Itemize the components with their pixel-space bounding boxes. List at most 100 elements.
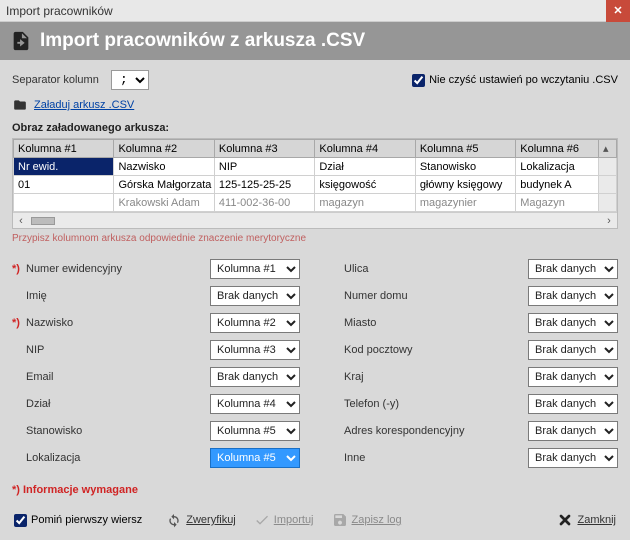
table-cell: Lokalizacja [516,158,599,176]
close-label: Zamknij [577,514,616,526]
table-cell: 01 [14,176,114,194]
skip-first-label: Pomiń pierwszy wiersz [31,514,142,526]
mapping-row: Numer domuBrak danych [330,285,618,307]
table-cell: Magazyn [516,194,599,212]
table-cell: NIP [214,158,314,176]
required-mark: *) [12,263,26,275]
mapping-select[interactable]: Brak danych [528,421,618,441]
import-file-icon [10,30,32,52]
mapping-select[interactable]: Kolumna #3 [210,340,300,360]
header-title: Import pracowników z arkusza .CSV [40,30,365,52]
table-cell: magazyn [315,194,415,212]
column-header[interactable]: Kolumna #6 [516,140,599,158]
close-icon: ✕ [613,4,622,17]
close-button[interactable]: ✕ [606,0,630,22]
mapping-select[interactable]: Brak danych [528,259,618,279]
table-cell: 411-002-36-00 [214,194,314,212]
mapping-label: Miasto [344,317,528,329]
scroll-up-icon[interactable]: ▴ [603,143,609,155]
column-header[interactable]: Kolumna #2 [114,140,214,158]
scroll-track[interactable] [29,216,601,226]
table-row[interactable]: Krakowski Adam411-002-36-00magazynmagazy… [14,194,617,212]
column-header[interactable]: Kolumna #1 [14,140,114,158]
window-title: Import pracowników [6,4,113,18]
mapping-label: Dział [26,398,210,410]
mapping-select[interactable]: Brak danych [528,394,618,414]
mapping-label: Telefon (-y) [344,398,528,410]
table-cell: Stanowisko [415,158,515,176]
left-mapping-column: *)Numer ewidencyjnyKolumna #1ImięBrak da… [12,258,300,474]
mapping-row: KrajBrak danych [330,366,618,388]
title-bar: Import pracowników ✕ [0,0,630,22]
no-clear-checkbox[interactable] [412,74,425,87]
table-cell: magazynier [415,194,515,212]
skip-first-row[interactable]: Pomiń pierwszy wiersz [14,514,142,527]
mapping-select[interactable]: Brak danych [528,340,618,360]
footer-bar: Pomiń pierwszy wiersz Zweryfikuj Importu… [0,502,630,540]
import-label: Importuj [274,514,314,526]
scroll-thumb[interactable] [31,217,55,225]
separator-select[interactable]: ; [111,70,149,90]
mapping-select[interactable]: Kolumna #5 [210,448,300,468]
mapping-row: Telefon (-y)Brak danych [330,393,618,415]
mapping-label: Inne [344,452,528,464]
column-header[interactable]: Kolumna #3 [214,140,314,158]
mapping-row: UlicaBrak danych [330,258,618,280]
table-cell: główny księgowy [415,176,515,194]
table-cell: Nr ewid. [14,158,114,176]
mapping-area: *)Numer ewidencyjnyKolumna #1ImięBrak da… [12,258,618,474]
required-mark: *) [12,317,26,329]
table-cell: Dział [315,158,415,176]
table-cell: budynek A [516,176,599,194]
mapping-label: Adres korespondencyjny [344,425,528,437]
content-area: Separator kolumn ; Nie czyść ustawień po… [0,60,630,502]
column-header[interactable]: Kolumna #4 [315,140,415,158]
scroll-right-icon[interactable]: › [601,215,617,227]
no-clear-settings[interactable]: Nie czyść ustawień po wczytaniu .CSV [412,74,618,87]
load-csv-link[interactable]: Załaduj arkusz .CSV [12,98,618,112]
table-cell: Nazwisko [114,158,214,176]
mapping-select[interactable]: Kolumna #5 [210,421,300,441]
column-header[interactable]: Kolumna #5 [415,140,515,158]
mapping-row: Adres korespondencyjnyBrak danych [330,420,618,442]
preview-grid[interactable]: Kolumna #1Kolumna #2Kolumna #3Kolumna #4… [12,138,618,229]
mapping-label: Numer domu [344,290,528,302]
mapping-select[interactable]: Kolumna #2 [210,313,300,333]
mapping-select[interactable]: Brak danych [210,367,300,387]
mapping-row: MiastoBrak danych [330,312,618,334]
mapping-label: Nazwisko [26,317,210,329]
header-band: Import pracowników z arkusza .CSV [0,22,630,60]
mapping-label: Imię [26,290,210,302]
mapping-label: NIP [26,344,210,356]
mapping-row: NIPKolumna #3 [12,339,300,361]
table-row[interactable]: Nr ewid.NazwiskoNIPDziałStanowiskoLokali… [14,158,617,176]
mapping-label: Kod pocztowy [344,344,528,356]
mapping-row: *)NazwiskoKolumna #2 [12,312,300,334]
mapping-select[interactable]: Brak danych [210,286,300,306]
separator-label: Separator kolumn [12,74,99,86]
mapping-label: Email [26,371,210,383]
mapping-select[interactable]: Brak danych [528,313,618,333]
mapping-select[interactable]: Brak danych [528,367,618,387]
mapping-select[interactable]: Brak danych [528,286,618,306]
table-row[interactable]: 01Górska Małgorzata125-125-25-25księgowo… [14,176,617,194]
mapping-label: Stanowisko [26,425,210,437]
mapping-label: Ulica [344,263,528,275]
required-note: *) Informacje wymagane [12,484,618,496]
table-cell: księgowość [315,176,415,194]
verify-label: Zweryfikuj [186,514,236,526]
scroll-left-icon[interactable]: ‹ [13,215,29,227]
mapping-select[interactable]: Kolumna #1 [210,259,300,279]
table-cell [14,194,114,212]
mapping-label: Kraj [344,371,528,383]
mapping-row: StanowiskoKolumna #5 [12,420,300,442]
mapping-row: EmailBrak danych [12,366,300,388]
horizontal-scrollbar[interactable]: ‹ › [13,212,617,228]
mapping-select[interactable]: Kolumna #4 [210,394,300,414]
table-cell: Górska Małgorzata [114,176,214,194]
mapping-select[interactable]: Brak danych [528,448,618,468]
skip-first-checkbox[interactable] [14,514,27,527]
mapping-row: DziałKolumna #4 [12,393,300,415]
mapping-label: Numer ewidencyjny [26,263,210,275]
preview-label: Obraz załadowanego arkusza: [12,122,618,134]
